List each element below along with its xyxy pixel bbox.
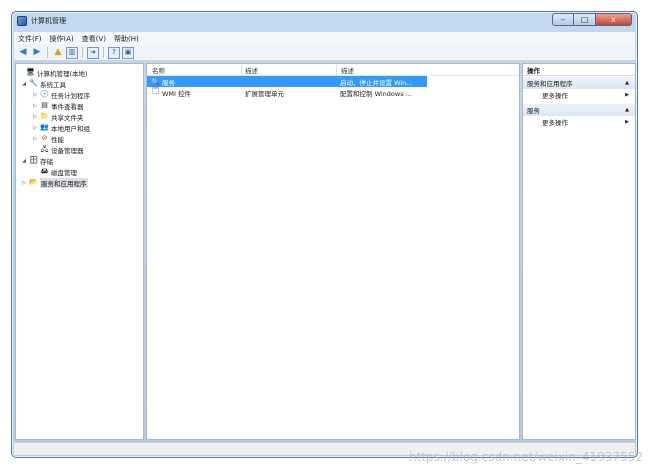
menu-action[interactable]: 操作(A)	[46, 34, 78, 44]
list-header: 名称 描述 描述	[147, 64, 519, 76]
tree-item-label: 共享文件夹	[51, 113, 84, 122]
list-item-name: WMI 控件	[162, 89, 192, 98]
properties-icon[interactable]: ▣	[122, 46, 134, 59]
back-arrow-icon[interactable]: ◀	[17, 47, 29, 59]
computer-management-icon	[17, 16, 27, 26]
tree-item-shared-folders[interactable]: ▷ 📁 共享文件夹	[16, 111, 143, 122]
tree-item-services-applications[interactable]: ▷ 📂 服务和应用程序	[16, 177, 143, 188]
column-header-type[interactable]: 描述	[242, 65, 336, 75]
tree-item-disk-management[interactable]: 🖴 磁盘管理	[16, 166, 143, 177]
actions-section-services[interactable]: 服务 ▲	[523, 104, 635, 116]
actions-section-title: 服务和应用程序	[527, 80, 573, 88]
submenu-arrow-icon: ▶	[625, 92, 629, 98]
list-item-type: 扩展管理单元	[245, 89, 284, 98]
tree-item-event-viewer[interactable]: ▷ ▤ 事件查看器	[16, 100, 143, 111]
menu-file[interactable]: 文件(F)	[14, 34, 46, 44]
computer-management-window: 计算机管理 – □ x 文件(F) 操作(A) 查看(V) 帮助(H) ◀ ▶ …	[11, 11, 638, 458]
column-header-description[interactable]: 描述	[337, 65, 519, 75]
list-item-description: 启动、停止并设置 Win...	[340, 78, 413, 87]
tree-item-system-tools[interactable]: ◢ 🔧 系统工具	[16, 78, 143, 89]
actions-header: 操作	[523, 64, 635, 76]
performance-icon: ⊘	[41, 134, 48, 142]
collapsed-triangle-icon[interactable]: ▷	[32, 92, 38, 98]
forward-arrow-icon[interactable]: ▶	[31, 47, 43, 59]
services-icon: 🔍	[151, 77, 160, 86]
expanded-triangle-icon[interactable]: ◢	[21, 81, 27, 87]
collapse-triangle-icon[interactable]: ▲	[625, 107, 629, 113]
collapse-triangle-icon[interactable]: ▲	[625, 80, 629, 86]
actions-pane: 操作 服务和应用程序 ▲ 更多操作 ▶ 服务 ▲ 更多操作 ▶	[522, 63, 636, 440]
window-title: 计算机管理	[31, 17, 66, 25]
system-tools-icon: 🔧	[29, 79, 38, 87]
collapsed-triangle-icon[interactable]: ▷	[32, 136, 38, 142]
event-viewer-icon: ▤	[41, 101, 48, 109]
list-item-wmi-control[interactable]: 🗔 WMI 控件 扩展管理单元 配置和控制 Windows ...	[147, 87, 519, 98]
console-tree-pane: 🖥 计算机管理(本地) ◢ 🔧 系统工具 ▷ 🕒 任务计划程序 ▷ ▤ 事件查看…	[15, 63, 144, 440]
list-item-services[interactable]: 🔍 服务 启动、停止并设置 Win...	[147, 76, 427, 87]
action-label: 更多操作	[542, 119, 568, 127]
tree-item-computer-management[interactable]: 🖥 计算机管理(本地)	[16, 67, 143, 78]
expanded-triangle-icon[interactable]: ◢	[21, 158, 27, 164]
users-icon: 👥	[40, 123, 49, 131]
window-controls: – □ x	[552, 13, 632, 26]
tree-item-task-scheduler[interactable]: ▷ 🕒 任务计划程序	[16, 89, 143, 100]
menu-view[interactable]: 查看(V)	[78, 34, 110, 44]
action-label: 更多操作	[542, 92, 568, 100]
tree-item-device-manager[interactable]: 🖧 设备管理器	[16, 144, 143, 155]
tree-item-label: 磁盘管理	[51, 168, 77, 177]
maximize-button[interactable]: □	[574, 13, 596, 26]
services-applications-icon: 📂	[29, 178, 38, 186]
tree-item-label: 系统工具	[40, 80, 66, 89]
tree-item-label: 计算机管理(本地)	[37, 69, 88, 78]
help-icon[interactable]: ?	[108, 46, 120, 59]
toolbar-separator	[103, 47, 104, 58]
tree-item-label: 事件查看器	[51, 102, 84, 111]
toolbar: ◀ ▶ ▲ ▥ ➜ ? ▣	[14, 45, 635, 61]
tree-item-label: 设备管理器	[51, 146, 84, 155]
minimize-button[interactable]: –	[552, 13, 574, 26]
up-folder-icon[interactable]: ▲	[52, 47, 64, 59]
collapsed-triangle-icon[interactable]: ▷	[32, 114, 38, 120]
menu-bar: 文件(F) 操作(A) 查看(V) 帮助(H)	[14, 32, 635, 45]
console-tree-icon[interactable]: ▥	[66, 46, 78, 59]
computer-icon: 🖥	[26, 68, 35, 76]
list-item-name: 服务	[162, 78, 175, 87]
action-more-actions[interactable]: 更多操作 ▶	[523, 89, 635, 101]
details-list-pane: 名称 描述 描述 🔍 服务 启动、停止并设置 Win... 🗔 WMI 控件 扩展管…	[146, 63, 520, 440]
device-manager-icon: 🖧	[40, 145, 49, 153]
clock-icon: 🕒	[40, 90, 49, 98]
export-icon[interactable]: ➜	[87, 46, 99, 59]
actions-section-title: 服务	[527, 107, 540, 115]
tree-item-performance[interactable]: ▷ ⊘ 性能	[16, 133, 143, 144]
tree-item-storage[interactable]: ◢ 🗄 存储	[16, 155, 143, 166]
action-more-actions[interactable]: 更多操作 ▶	[523, 116, 635, 128]
column-header-name[interactable]: 名称	[147, 65, 241, 75]
tree-item-label: 任务计划程序	[51, 91, 90, 100]
tree-item-label: 本地用户和组	[51, 124, 90, 133]
wmi-control-icon: 🗔	[151, 87, 160, 95]
close-button[interactable]: x	[596, 13, 632, 26]
actions-section-services-applications[interactable]: 服务和应用程序 ▲	[523, 77, 635, 89]
collapsed-triangle-icon[interactable]: ▷	[32, 125, 38, 131]
shared-folder-icon: 📁	[40, 112, 49, 120]
tree-item-label: 性能	[51, 135, 64, 144]
tree-item-label: 服务和应用程序	[40, 177, 88, 188]
watermark: https://blog.csdn.net/weixin_41937552	[408, 450, 643, 464]
disk-icon: 🖴	[40, 167, 49, 175]
collapsed-triangle-icon[interactable]: ▷	[32, 103, 38, 109]
collapsed-triangle-icon[interactable]: ▷	[21, 180, 27, 186]
tree-item-label: 存储	[40, 157, 53, 166]
toolbar-separator	[82, 47, 83, 58]
storage-icon: 🗄	[29, 156, 38, 164]
toolbar-separator	[47, 47, 48, 58]
submenu-arrow-icon: ▶	[625, 119, 629, 125]
title-bar[interactable]: 计算机管理 – □ x	[12, 12, 637, 30]
list-item-description: 配置和控制 Windows ...	[340, 89, 412, 98]
tree-item-local-users-groups[interactable]: ▷ 👥 本地用户和组	[16, 122, 143, 133]
menu-help[interactable]: 帮助(H)	[110, 34, 143, 44]
